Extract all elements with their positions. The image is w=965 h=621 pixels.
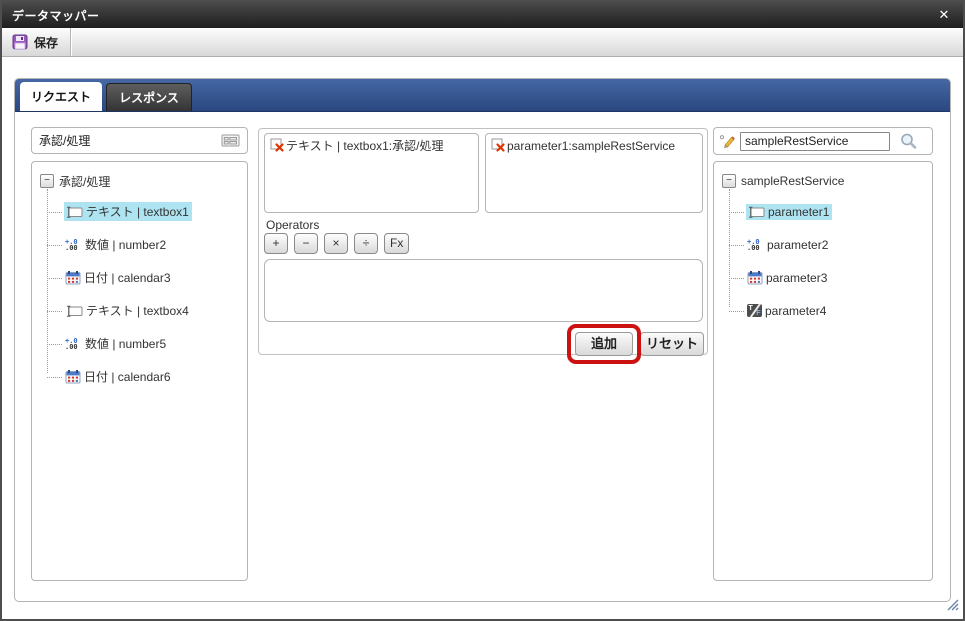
reset-button[interactable]: リセット <box>640 332 704 356</box>
service-search-input[interactable] <box>740 131 890 151</box>
form-view-icon[interactable] <box>221 133 240 148</box>
number-icon: +.0.00 <box>747 237 760 252</box>
service-tree-panel: − sampleRestService parameter1 +.0 .00 p… <box>713 161 933 581</box>
request-tree-root[interactable]: − 承認/処理 <box>38 171 241 191</box>
request-tree-panel: − 承認/処理 テキスト | textbox1 +.0 .00 数値 | num… <box>31 161 248 581</box>
tab-request[interactable]: リクエスト <box>20 82 102 111</box>
operators-label: Operators <box>266 218 320 232</box>
remove-mapping-icon[interactable] <box>491 138 506 153</box>
request-tree-children: テキスト | textbox1 +.0.00 数値 | number2 日付 |… <box>47 189 241 393</box>
textbox-icon <box>65 206 83 218</box>
service-tree-children: parameter1 +.0.00 parameter2 parameter3 … <box>729 189 926 327</box>
tree-item-textbox1[interactable]: テキスト | textbox1 <box>47 195 241 228</box>
resize-grip[interactable] <box>945 597 959 616</box>
operator-minus-button[interactable]: − <box>294 233 318 254</box>
collapse-toggle-icon[interactable]: − <box>722 174 736 188</box>
remove-mapping-icon[interactable] <box>270 138 285 153</box>
tab-content-container: リクエスト レスポンス 承認/処理 − 承認/処理 テキスト | textbox… <box>14 78 951 602</box>
pencil-icon <box>719 133 736 150</box>
calendar-icon <box>65 270 81 285</box>
textbox-icon <box>747 206 765 218</box>
tree-item-number2[interactable]: +.0.00 数値 | number2 <box>47 228 241 261</box>
mapping-target-value: parameter1:sampleRestService <box>507 139 676 153</box>
save-button[interactable]: 保存 <box>2 28 70 56</box>
tree-item-calendar6[interactable]: 日付 | calendar6 <box>47 360 241 393</box>
tree-item-parameter3[interactable]: parameter3 <box>729 261 926 294</box>
request-header-label: 承認/処理 <box>39 134 91 148</box>
number-icon: +.0.00 <box>65 237 78 252</box>
calendar-icon <box>747 270 763 285</box>
title-bar: データマッパー ✕ <box>2 2 963 28</box>
tree-item-parameter1[interactable]: parameter1 <box>729 195 926 228</box>
operator-plus-button[interactable]: + <box>264 233 288 254</box>
search-icon[interactable] <box>898 132 919 151</box>
toolbar-separator <box>70 28 72 56</box>
expression-box[interactable] <box>264 259 703 322</box>
calendar-icon <box>65 369 81 384</box>
tree-item-parameter4[interactable]: TF parameter4 <box>729 294 926 327</box>
operator-divide-button[interactable]: ÷ <box>354 233 378 254</box>
tree-item-calendar3[interactable]: 日付 | calendar3 <box>47 261 241 294</box>
tree-item-parameter2[interactable]: +.0.00 parameter2 <box>729 228 926 261</box>
operator-fx-button[interactable]: Fx <box>384 233 410 254</box>
service-search-header <box>713 127 933 155</box>
operator-multiply-button[interactable]: × <box>324 233 348 254</box>
tab-response[interactable]: レスポンス <box>106 83 192 111</box>
number-icon: +.0.00 <box>65 336 78 351</box>
toolbar: 保存 <box>2 28 963 57</box>
mapping-source-value: テキスト | textbox1:承認/処理 <box>286 139 444 153</box>
textbox-icon <box>65 305 83 317</box>
request-panel-header: 承認/処理 <box>31 127 248 154</box>
add-button[interactable]: 追加 <box>575 332 633 356</box>
operator-buttons-row: + − × ÷ Fx <box>264 233 410 254</box>
collapse-toggle-icon[interactable]: − <box>40 174 54 188</box>
floppy-disk-icon <box>12 34 28 50</box>
tree-item-textbox4[interactable]: テキスト | textbox4 <box>47 294 241 327</box>
boolean-icon: TF <box>747 304 762 317</box>
page-title: データマッパー <box>12 8 100 23</box>
tree-item-number5[interactable]: +.0.00 数値 | number5 <box>47 327 241 360</box>
tab-bar: リクエスト レスポンス <box>15 79 950 112</box>
data-mapper-dialog: データマッパー ✕ 保存 リクエスト レスポンス 承認/処理 − 承認/処理 テ… <box>0 0 965 621</box>
mapping-source-box[interactable]: テキスト | textbox1:承認/処理 <box>264 133 479 213</box>
mapping-target-box[interactable]: parameter1:sampleRestService <box>485 133 703 213</box>
service-tree-root[interactable]: − sampleRestService <box>720 171 926 191</box>
close-icon[interactable]: ✕ <box>935 6 953 24</box>
mapping-editor-panel: テキスト | textbox1:承認/処理 parameter1:sampleR… <box>258 128 708 364</box>
save-label: 保存 <box>34 35 59 50</box>
